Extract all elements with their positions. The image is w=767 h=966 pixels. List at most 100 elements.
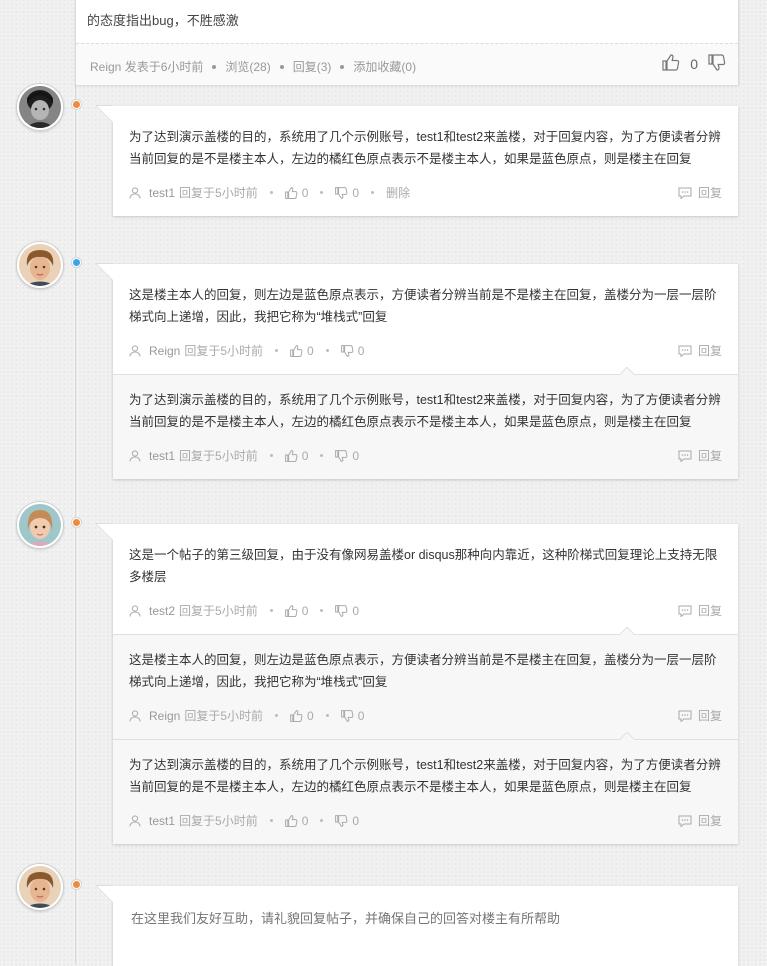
thumbs-up-icon[interactable] — [284, 186, 298, 199]
like-count: 0 — [301, 813, 309, 828]
thumbs-up-icon[interactable] — [662, 54, 680, 74]
pointer-arrow — [620, 732, 634, 740]
like-count: 0 — [307, 343, 314, 358]
thumbs-down-icon[interactable] — [340, 709, 354, 722]
separator-dot — [279, 64, 284, 69]
user-icon — [129, 186, 141, 199]
delete-link[interactable]: 删除 — [386, 184, 410, 201]
thumbs-down-icon[interactable] — [335, 449, 348, 462]
timeline-dot-orange — [72, 518, 81, 527]
comment: 为了达到演示盖楼的目的，系统用了几个示例账号，test1和test2来盖楼，对于… — [113, 106, 738, 216]
comment-text: 这是楼主本人的回复，则左边是蓝色原点表示，方便读者分辨当前是不是楼主在回复，盖楼… — [129, 653, 717, 689]
like-count: 0 — [301, 185, 309, 200]
thumbs-down-icon[interactable] — [340, 344, 354, 357]
reply-label: 回复 — [697, 814, 722, 828]
separator-dot — [269, 191, 273, 194]
like-count: 0 — [307, 708, 314, 723]
post-author[interactable]: Reign — [90, 60, 121, 74]
pointer-arrow — [620, 367, 634, 375]
comment-time: 回复于5小时前 — [179, 814, 258, 828]
separator-dot — [320, 454, 324, 457]
comment-footer: test1 回复于5小时前 0 0 回复 — [129, 798, 722, 844]
separator-dot — [275, 349, 279, 352]
comment-time: 回复于5小时前 — [179, 449, 258, 463]
post-vote-count: 0 — [690, 56, 698, 72]
separator-dot — [320, 191, 324, 194]
speech-bubble-icon — [678, 187, 692, 199]
avatar-girl-portrait[interactable] — [17, 502, 63, 548]
post-card: 的态度指出bug，不胜感激 Reign 发表于6小时前 浏览(28) 回复(3) 添加… — [75, 0, 739, 85]
thumbs-down-icon[interactable] — [708, 54, 726, 74]
user-icon — [129, 604, 141, 617]
reply-label: 回复 — [697, 604, 722, 618]
separator-dot — [269, 609, 273, 612]
comment-author[interactable]: test1 — [149, 814, 175, 828]
comment-text: 为了达到演示盖楼的目的，系统用了几个示例账号，test1和test2来盖楼，对于… — [129, 130, 721, 166]
thumbs-up-icon[interactable] — [284, 604, 298, 617]
timeline-dot-orange — [72, 100, 81, 109]
reply-button[interactable]: 回复 — [678, 812, 722, 829]
comment-text: 为了达到演示盖楼的目的，系统用了几个示例账号，test1和test2来盖楼，对于… — [129, 758, 721, 794]
add-favorite-link[interactable]: 添加收藏(0) — [353, 60, 416, 74]
thumbs-down-icon[interactable] — [335, 186, 348, 199]
reply-button[interactable]: 回复 — [678, 707, 722, 724]
post-views: 浏览(28) — [225, 60, 271, 74]
comment-author[interactable]: Reign — [149, 709, 180, 723]
separator-dot — [340, 64, 345, 69]
thumbs-down-icon[interactable] — [335, 604, 348, 617]
user-icon — [129, 449, 141, 462]
post-vote: 0 — [662, 54, 726, 74]
comment-time: 回复于5小时前 — [184, 709, 264, 723]
comment-footer: test1 回复于5小时前 0 0 回复 — [129, 433, 722, 479]
reply-label: 回复 — [697, 709, 722, 723]
reply-button[interactable]: 回复 — [678, 184, 722, 201]
dislike-count: 0 — [352, 448, 360, 463]
dislike-count: 0 — [352, 185, 360, 200]
comment-card: 为了达到演示盖楼的目的，系统用了几个示例账号，test1和test2来盖楼，对于… — [95, 105, 738, 216]
card-notch — [97, 524, 113, 540]
dislike-count: 0 — [357, 343, 365, 358]
comment-time: 回复于5小时前 — [179, 604, 258, 618]
reply-label: 回复 — [697, 449, 722, 463]
reply-button[interactable]: 回复 — [678, 602, 722, 619]
reply-label: 回复 — [697, 344, 722, 358]
avatar-boy-portrait[interactable] — [17, 864, 63, 910]
comment-time: 回复于5小时前 — [184, 344, 264, 358]
separator-dot — [371, 191, 375, 194]
reply-input[interactable] — [129, 910, 723, 927]
speech-bubble-icon — [678, 450, 692, 462]
comment: 这是一个帖子的第三级回复，由于没有像网易盖楼or disqus那种向内靠近，这种… — [113, 524, 738, 634]
comment-author[interactable]: test2 — [149, 604, 175, 618]
timeline-dot-orange — [72, 880, 81, 889]
avatar-bw-portrait[interactable] — [17, 84, 63, 130]
thumbs-down-icon[interactable] — [335, 814, 348, 827]
thumbs-up-icon[interactable] — [290, 344, 303, 357]
dislike-count: 0 — [352, 813, 360, 828]
reply-label: 回复 — [697, 186, 722, 200]
post-replies-link[interactable]: 回复(3) — [293, 60, 332, 74]
comment-author[interactable]: test1 — [149, 186, 175, 200]
comment-author[interactable]: test1 — [149, 449, 175, 463]
separator-dot — [275, 714, 279, 717]
separator-dot — [269, 454, 273, 457]
user-icon — [129, 814, 141, 827]
card-notch — [97, 886, 113, 902]
post-time: 发表于6小时前 — [124, 60, 204, 74]
reply-box — [95, 885, 738, 966]
card-notch — [97, 264, 113, 280]
separator-dot — [325, 714, 329, 717]
separator-dot — [269, 819, 273, 822]
dislike-count: 0 — [352, 603, 360, 618]
timeline-dot-blue — [72, 258, 81, 267]
separator-dot — [212, 64, 217, 69]
pointer-arrow — [620, 627, 634, 635]
thumbs-up-icon[interactable] — [284, 814, 298, 827]
avatar-boy-portrait[interactable] — [17, 242, 63, 288]
comment-text: 为了达到演示盖楼的目的，系统用了几个示例账号，test1和test2来盖楼，对于… — [129, 393, 721, 429]
thumbs-up-icon[interactable] — [290, 709, 303, 722]
speech-bubble-icon — [678, 605, 692, 617]
comment-author[interactable]: Reign — [149, 344, 180, 358]
thumbs-up-icon[interactable] — [284, 449, 298, 462]
reply-button[interactable]: 回复 — [678, 342, 722, 359]
reply-button[interactable]: 回复 — [678, 447, 722, 464]
